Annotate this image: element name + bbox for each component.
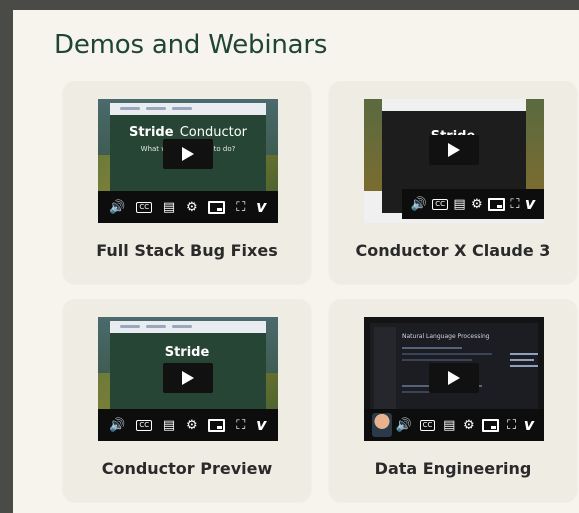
gear-icon[interactable]: ⚙ [471,198,483,211]
picture-in-picture-icon[interactable] [482,418,500,432]
captions-icon[interactable]: CC [432,198,448,210]
play-button[interactable] [429,135,479,165]
video-thumbnail[interactable]: Stride 🔊 CC ▤ ⚙ ⛶ v [364,99,544,223]
card-title[interactable]: Full Stack Bug Fixes [63,241,311,260]
fullscreen-icon[interactable]: ⛶ [510,198,519,211]
fullscreen-icon[interactable]: ⛶ [236,419,245,432]
vimeo-icon[interactable]: v [256,417,266,433]
picture-in-picture-icon[interactable] [488,197,506,211]
gear-icon[interactable]: ⚙ [186,419,198,432]
transcript-icon[interactable]: ▤ [163,201,175,214]
captions-icon[interactable]: CC [136,419,153,431]
video-thumbnail[interactable]: Stride Conductor What would you like to … [98,99,278,223]
notebook-heading: Natural Language Processing [402,333,490,340]
volume-icon[interactable]: 🔊 [109,419,125,432]
presenter-avatar [372,413,392,437]
gear-icon[interactable]: ⚙ [463,419,475,432]
play-button[interactable] [163,139,213,169]
video-thumbnail[interactable]: Stride 🔊 CC ▤ ⚙ ⛶ v [98,317,278,441]
section-title: Demos and Webinars [54,30,328,60]
fullscreen-icon[interactable]: ⛶ [236,201,245,214]
volume-icon[interactable]: 🔊 [109,201,125,214]
play-button[interactable] [163,363,213,393]
video-card-conductor-preview[interactable]: Stride 🔊 CC ▤ ⚙ ⛶ v Conductor Preview [63,299,311,501]
gear-icon[interactable]: ⚙ [186,201,198,214]
captions-icon[interactable]: CC [419,419,436,431]
fullscreen-icon[interactable]: ⛶ [507,419,516,432]
vimeo-icon[interactable]: v [256,199,266,215]
picture-in-picture-icon[interactable] [208,200,226,214]
video-card-data-engineering[interactable]: Natural Language Processing 🔊 CC ▤ ⚙ ⛶ v [329,299,577,501]
picture-in-picture-icon[interactable] [208,418,226,432]
demos-panel: Demos and Webinars Stride Conductor What… [13,10,579,513]
video-card-conductor-x-claude-3[interactable]: Stride 🔊 CC ▤ ⚙ ⛶ v Conductor X Claude 3 [329,81,577,283]
video-card-full-stack-bug-fixes[interactable]: Stride Conductor What would you like to … [63,81,311,283]
stride-logo: Stride [164,345,210,360]
stride-logo: Stride Conductor [128,125,248,140]
vimeo-icon[interactable]: v [524,417,534,433]
captions-icon[interactable]: CC [136,201,153,213]
video-thumbnail[interactable]: Natural Language Processing 🔊 CC ▤ ⚙ ⛶ v [364,317,544,441]
card-title[interactable]: Data Engineering [329,459,577,478]
vimeo-icon[interactable]: v [525,196,535,212]
card-title[interactable]: Conductor Preview [63,459,311,478]
player-controls: 🔊 CC ▤ ⚙ ⛶ v [402,189,544,219]
volume-icon[interactable]: 🔊 [411,198,427,211]
player-controls: 🔊 CC ▤ ⚙ ⛶ v [98,409,278,441]
card-title[interactable]: Conductor X Claude 3 [329,241,577,260]
transcript-icon[interactable]: ▤ [163,419,175,432]
transcript-icon[interactable]: ▤ [453,198,465,211]
play-button[interactable] [429,363,479,393]
player-controls: 🔊 CC ▤ ⚙ ⛶ v [98,191,278,223]
transcript-icon[interactable]: ▤ [443,419,455,432]
volume-icon[interactable]: 🔊 [396,419,412,432]
